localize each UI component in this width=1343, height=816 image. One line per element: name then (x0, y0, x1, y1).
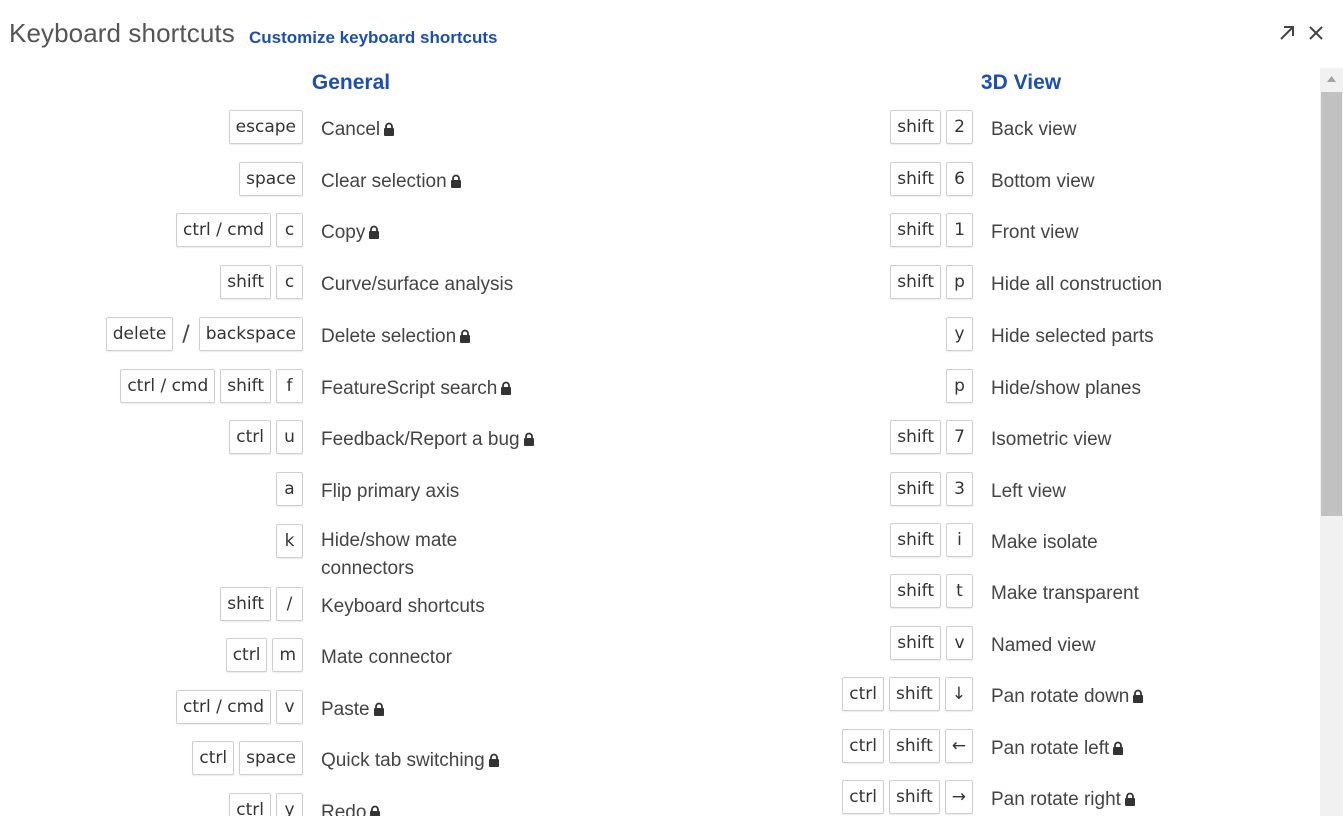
scroll-up-arrow-icon[interactable] (1320, 68, 1343, 90)
key-combination: p (946, 369, 973, 403)
keycap: 7 (946, 420, 973, 454)
shortcut-description: Hide/show planes (991, 375, 1141, 403)
shortcut-row: shift i (0, 523, 973, 563)
shortcut-row: shift 1 (0, 213, 973, 253)
keycap: → (944, 780, 973, 814)
keycap: p (946, 369, 973, 403)
shortcut-label: Named view (991, 635, 1096, 656)
vertical-scrollbar[interactable] (1320, 68, 1343, 816)
shortcut-description: Bottom view (991, 168, 1094, 196)
keycap: shift (890, 110, 941, 144)
dialog-title: Keyboard shortcuts (9, 18, 235, 48)
keycap: p (946, 265, 973, 299)
lock-icon (1124, 792, 1135, 806)
shortcut-description: Isometric view (991, 426, 1111, 454)
key-combination: shift 2 (890, 110, 973, 144)
keycap: 3 (946, 472, 973, 506)
shortcut-description: Back view (991, 116, 1077, 144)
general-heading: General (311, 71, 391, 94)
shortcut-row: ctrl shift → (0, 780, 973, 816)
shortcut-description: Hide selected parts (991, 323, 1154, 351)
keycap: shift (890, 574, 941, 608)
key-combination: shift 7 (890, 420, 973, 454)
lock-icon (1113, 741, 1124, 755)
expand-arrow-icon[interactable] (1276, 22, 1298, 44)
key-combination: shift 3 (890, 472, 973, 506)
shortcut-row: shift 2 (0, 110, 973, 150)
shortcut-description: Pan rotate right (991, 786, 1136, 814)
shortcut-label: Hide all construction (991, 274, 1163, 295)
key-combination: ctrl shift ↓ (842, 677, 973, 711)
shortcut-row: shift 7 (0, 420, 973, 460)
keycap: ↓ (944, 677, 973, 711)
key-combination: shift t (890, 574, 973, 608)
keycap: shift (889, 677, 940, 711)
shortcut-label: Make isolate (991, 532, 1098, 553)
keycap: ctrl (842, 780, 885, 814)
key-combination: shift p (890, 265, 973, 299)
key-combination: shift 6 (890, 162, 973, 196)
key-combination: shift i (890, 523, 973, 557)
shortcut-label: Hide selected parts (991, 326, 1154, 347)
scrollbar-thumb[interactable] (1321, 92, 1342, 516)
shortcut-row: shift v (0, 626, 973, 666)
shortcut-description: Pan rotate down (991, 683, 1144, 711)
shortcut-label: Left view (991, 481, 1066, 502)
shortcut-label: Pan rotate right (991, 789, 1121, 810)
key-combination: ctrl shift ← (842, 729, 973, 763)
shortcut-row: ctrl shift ↓ (0, 677, 973, 717)
shortcut-row: ctrl shift ← (0, 729, 973, 769)
keycap: shift (890, 523, 941, 557)
close-icon[interactable] (1305, 22, 1327, 44)
keycap: shift (890, 626, 941, 660)
shortcut-row: p (0, 369, 973, 409)
shortcut-label: Front view (991, 222, 1079, 243)
key-combination: ctrl shift → (842, 780, 973, 814)
shortcut-label: Pan rotate down (991, 686, 1130, 707)
shortcut-description: Front view (991, 219, 1079, 247)
shortcut-description: Make isolate (991, 529, 1098, 557)
shortcut-description: Left view (991, 478, 1066, 506)
keycap: i (946, 523, 973, 557)
shortcut-label: Make transparent (991, 583, 1139, 604)
shortcut-description: Make transparent (991, 580, 1139, 608)
shortcut-description: Named view (991, 632, 1096, 660)
shortcut-row: y (0, 317, 973, 357)
keycap: ctrl (842, 729, 885, 763)
shortcut-label: Isometric view (991, 429, 1112, 450)
dialog-header: Keyboard shortcuts Customize keyboard sh… (0, 0, 1343, 64)
shortcut-row: shift t (0, 574, 973, 614)
keycap: shift (890, 213, 941, 247)
shortcut-row: shift 3 (0, 472, 973, 512)
keycap: 6 (946, 162, 973, 196)
customize-shortcuts-link[interactable]: Customize keyboard shortcuts (249, 28, 497, 48)
key-combination: shift 1 (890, 213, 973, 247)
keycap: shift (890, 162, 941, 196)
keycap: ctrl (842, 677, 885, 711)
keycap: y (946, 317, 973, 351)
keycap: shift (889, 729, 940, 763)
shortcut-description: Hide all construction (991, 271, 1162, 299)
shortcut-description: Pan rotate left (991, 735, 1124, 763)
3d-view-heading: 3D View (980, 71, 1062, 94)
shortcut-label: Back view (991, 119, 1077, 140)
shortcut-label: Bottom view (991, 171, 1095, 192)
lock-icon (1133, 689, 1144, 703)
key-combination: y (946, 317, 973, 351)
keycap: 2 (946, 110, 973, 144)
key-combination: shift v (890, 626, 973, 660)
keycap: ← (944, 729, 973, 763)
keycap: shift (890, 472, 941, 506)
shortcut-row: shift p (0, 265, 973, 305)
keycap: shift (890, 265, 941, 299)
keycap: shift (890, 420, 941, 454)
keycap: 1 (946, 213, 973, 247)
shortcut-label: Hide/show planes (991, 378, 1141, 399)
shortcut-row: shift 6 (0, 162, 973, 202)
shortcut-label: Pan rotate left (991, 738, 1110, 759)
keycap: t (946, 574, 973, 608)
keycap: shift (889, 780, 940, 814)
keycap: v (946, 626, 973, 660)
